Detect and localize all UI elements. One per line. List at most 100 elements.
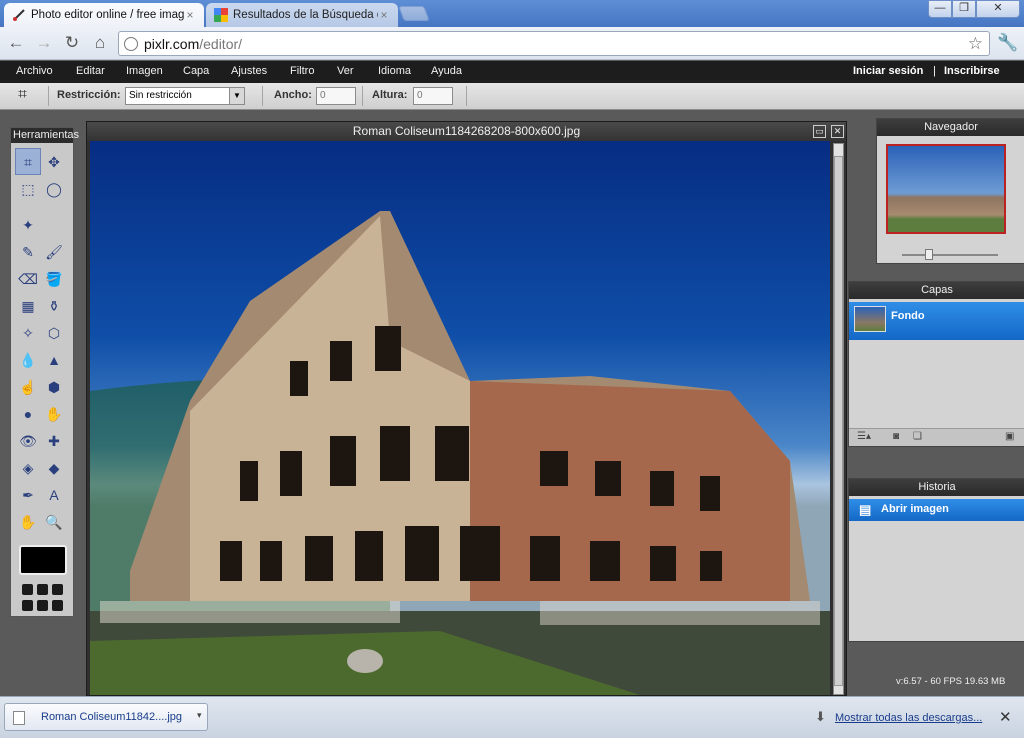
image-window-title: Roman Coliseum1184268208-800x600.jpg [87, 122, 846, 141]
height-label: Altura: [372, 89, 408, 101]
zoom-slider-track[interactable] [902, 254, 998, 256]
minimize-button[interactable]: — [928, 0, 952, 18]
chevron-down-icon: ▼ [229, 88, 244, 104]
burn-tool-icon[interactable]: ● [15, 401, 41, 428]
text-tool-icon[interactable]: A [41, 482, 67, 509]
hand-tool-icon[interactable]: ✋ [15, 509, 41, 536]
navigator-panel: Navegador [876, 118, 1024, 264]
stamp-tool-icon[interactable]: ⚱ [41, 293, 67, 320]
sponge-tool-icon[interactable]: ⬢ [41, 374, 67, 401]
coliseum-photo [90, 211, 830, 695]
tab-pixlr[interactable]: Photo editor online / free imag × [4, 3, 204, 27]
shape-tool-icon[interactable]: ⬡ [41, 320, 67, 347]
menu-ayuda[interactable]: Ayuda [431, 65, 462, 77]
lasso-tool-icon[interactable]: ◯ [41, 176, 67, 203]
layers-footer: ☰▴ ◙ ❏ ▣ [849, 428, 1024, 446]
sharpen-tool-icon[interactable]: ▲ [41, 347, 67, 374]
width-input[interactable]: 0 [316, 87, 356, 105]
blur-tool-icon[interactable]: 💧 [15, 347, 41, 374]
tab-label: Resultados de la Búsqueda de [233, 9, 378, 21]
maximize-button[interactable]: ❐ [952, 0, 976, 18]
layer-mask-icon[interactable]: ◙ [893, 431, 899, 442]
menu-filtro[interactable]: Filtro [290, 65, 314, 77]
history-title: Historia [849, 479, 1024, 496]
login-link[interactable]: Iniciar sesión [853, 65, 923, 77]
vertical-scrollbar[interactable] [833, 143, 844, 695]
pinch-tool-icon[interactable]: ◆ [41, 455, 67, 482]
zoom-slider-handle[interactable] [925, 249, 933, 260]
bookmark-star-icon[interactable]: ☆ [968, 34, 983, 54]
restriction-value: Sin restricción [129, 90, 192, 101]
move-tool-icon[interactable]: ✥ [41, 149, 67, 176]
pencil-tool-icon[interactable]: ✎ [15, 239, 41, 266]
menu-editar[interactable]: Editar [76, 65, 105, 77]
width-label: Ancho: [274, 89, 312, 101]
new-tab-button[interactable] [398, 6, 430, 21]
smudge-tool-icon[interactable]: ☝ [15, 374, 41, 401]
layer-settings-icon[interactable]: ☰▴ [857, 431, 871, 442]
wrench-icon[interactable]: 🔧 [997, 33, 1018, 53]
home-icon[interactable]: ⌂ [90, 33, 110, 53]
new-layer-icon[interactable]: ❏ [913, 431, 922, 442]
reload-icon[interactable]: ↻ [62, 33, 82, 53]
redeye-tool-icon[interactable]: 👁 [15, 428, 41, 455]
show-all-downloads-link[interactable]: Mostrar todas las descargas... [835, 712, 982, 724]
layers-panel: Capas Fondo ☰▴ ◙ ❏ ▣ [848, 281, 1024, 447]
maximize-doc-icon[interactable]: ▭ [813, 125, 826, 138]
tab-close-icon[interactable]: × [378, 8, 390, 22]
layer-thumbnail [854, 306, 886, 332]
forward-icon[interactable]: → [34, 33, 54, 53]
brush-tool-icon[interactable]: 🖌 [41, 239, 67, 266]
eraser-tool-icon[interactable]: ⌫ [15, 266, 41, 293]
tab-label: Photo editor online / free imag [31, 9, 184, 21]
tab-google-results[interactable]: Resultados de la Búsqueda de × [206, 3, 398, 27]
menu-idioma[interactable]: Idioma [378, 65, 411, 77]
restriction-label: Restricción: [57, 89, 121, 101]
divider [262, 86, 263, 106]
bucket-tool-icon[interactable]: 🪣 [41, 266, 67, 293]
menu-archivo[interactable]: Archivo [16, 65, 53, 77]
color-swatch[interactable] [19, 545, 67, 575]
restriction-select[interactable]: Sin restricción ▼ [125, 87, 245, 105]
tools-grid: ⌗ ✥⬚ ◯✦✎ 🖌⌫ 🪣▦ ⚱✧ ⬡💧 ▲☝ ⬢● ✋👁 ✚◈ ◆✒ A✋ 🔍 [15, 148, 71, 536]
chevron-down-icon[interactable]: ▾ [197, 710, 202, 721]
menu-ver[interactable]: Ver [337, 65, 354, 77]
url-text: pixlr.com/editor/ [144, 36, 243, 52]
zoom-tool-icon[interactable]: 🔍 [41, 509, 67, 536]
history-panel: Historia ▤ Abrir imagen [848, 478, 1024, 642]
divider [48, 86, 49, 106]
download-item[interactable]: Roman Coliseum11842....jpg ▾ [4, 703, 208, 731]
back-icon[interactable]: ← [6, 33, 26, 53]
close-shelf-icon[interactable]: ✕ [999, 708, 1012, 726]
image-window: Roman Coliseum1184268208-800x600.jpg ▭ ✕ [86, 121, 847, 696]
tools-panel: Herramientas ⌗ ✥⬚ ◯✦✎ 🖌⌫ 🪣▦ ⚱✧ ⬡💧 ▲☝ ⬢● ✋👁 ✚◈ ◆✒ A✋ 🔍 [10, 127, 79, 617]
menu-capa[interactable]: Capa [183, 65, 209, 77]
address-bar[interactable]: pixlr.com/editor/ ☆ [118, 31, 990, 56]
crop-tool-icon[interactable]: ⌗ [15, 148, 41, 175]
pixlr-menubar: Archivo Editar Imagen Capa Ajustes Filtr… [0, 61, 1024, 83]
menu-ajustes[interactable]: Ajustes [231, 65, 267, 77]
globe-icon [124, 37, 138, 51]
view-mode-buttons[interactable] [20, 583, 68, 615]
layer-row[interactable]: Fondo [849, 302, 1024, 340]
gradient-tool-icon[interactable]: ▦ [15, 293, 41, 320]
height-input[interactable]: 0 [413, 87, 453, 105]
marquee-tool-icon[interactable]: ⬚ [15, 176, 41, 203]
spot-heal-tool-icon[interactable]: ✚ [41, 428, 67, 455]
image-canvas[interactable] [90, 141, 830, 695]
menu-imagen[interactable]: Imagen [126, 65, 163, 77]
close-doc-icon[interactable]: ✕ [831, 125, 844, 138]
wand-tool-icon[interactable]: ✦ [15, 212, 41, 239]
close-window-button[interactable]: ✕ [976, 0, 1020, 18]
eyedropper-tool-icon[interactable]: ✒ [15, 482, 41, 509]
dodge-tool-icon[interactable]: ✋ [41, 401, 67, 428]
navigator-thumbnail[interactable] [886, 144, 1006, 234]
tool-options-bar: ⌗ Restricción: Sin restricción ▼ Ancho: … [0, 83, 1024, 110]
delete-layer-icon[interactable]: ▣ [1005, 431, 1014, 442]
register-link[interactable]: Inscribirse [944, 65, 1000, 77]
replace-color-tool-icon[interactable]: ✧ [15, 320, 41, 347]
download-arrow-icon: ⬇ [815, 709, 826, 724]
tab-close-icon[interactable]: × [184, 8, 196, 22]
bloat-tool-icon[interactable]: ◈ [15, 455, 41, 482]
history-item[interactable]: ▤ Abrir imagen [849, 499, 1024, 521]
